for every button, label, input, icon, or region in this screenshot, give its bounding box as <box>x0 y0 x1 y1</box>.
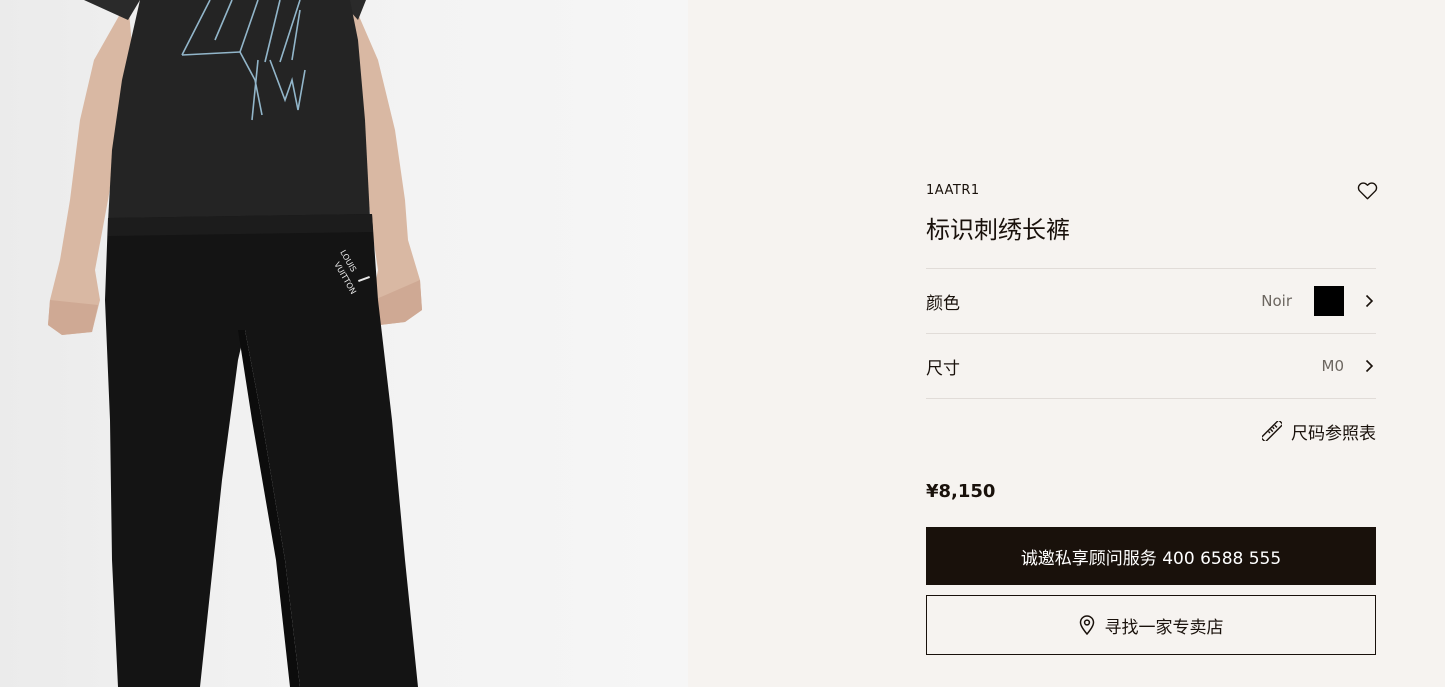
size-guide-link[interactable]: 尺码参照表 <box>926 399 1376 463</box>
product-title: 标识刺绣长裤 <box>926 216 1070 244</box>
color-value: Noir <box>1261 292 1292 310</box>
product-details-panel: 1AATR1 标识刺绣长裤 颜色 Noir 尺寸 M0 尺码参照表 ¥8,150… <box>926 176 1379 655</box>
color-swatch <box>1314 286 1344 316</box>
contact-advisor-button[interactable]: 诚邀私享顾问服务 400 6588 555 <box>926 527 1376 585</box>
ruler-icon <box>1262 421 1282 441</box>
model-photo: LOUIS VUITTON <box>48 0 422 687</box>
size-value-group: M0 <box>1322 357 1377 375</box>
product-price: ¥8,150 <box>926 480 996 502</box>
heart-icon <box>1357 181 1377 199</box>
find-store-label: 寻找一家专卖店 <box>1104 617 1224 638</box>
color-selector[interactable]: 颜色 Noir <box>926 269 1376 333</box>
product-sku: 1AATR1 <box>926 182 980 198</box>
wishlist-button[interactable] <box>1355 178 1379 202</box>
size-guide-label: 尺码参照表 <box>1291 423 1376 444</box>
product-image: LOUIS VUITTON <box>0 0 688 687</box>
sku-row: 1AATR1 <box>926 176 1379 204</box>
map-pin-icon <box>1079 615 1095 635</box>
color-value-group: Noir <box>1261 286 1376 316</box>
size-value: M0 <box>1321 357 1345 375</box>
size-selector[interactable]: 尺寸 M0 <box>926 334 1376 398</box>
find-store-button[interactable]: 寻找一家专卖店 <box>926 595 1376 655</box>
size-label: 尺寸 <box>926 358 960 379</box>
product-page: LOUIS VUITTON 1AATR1 标识刺绣长裤 颜色 Noir 尺寸 M… <box>0 0 1445 687</box>
product-info-area: 1AATR1 标识刺绣长裤 颜色 Noir 尺寸 M0 尺码参照表 ¥8,150… <box>688 0 1445 687</box>
color-label: 颜色 <box>926 293 960 314</box>
chevron-right-icon <box>1362 294 1376 308</box>
chevron-right-icon <box>1362 359 1376 373</box>
